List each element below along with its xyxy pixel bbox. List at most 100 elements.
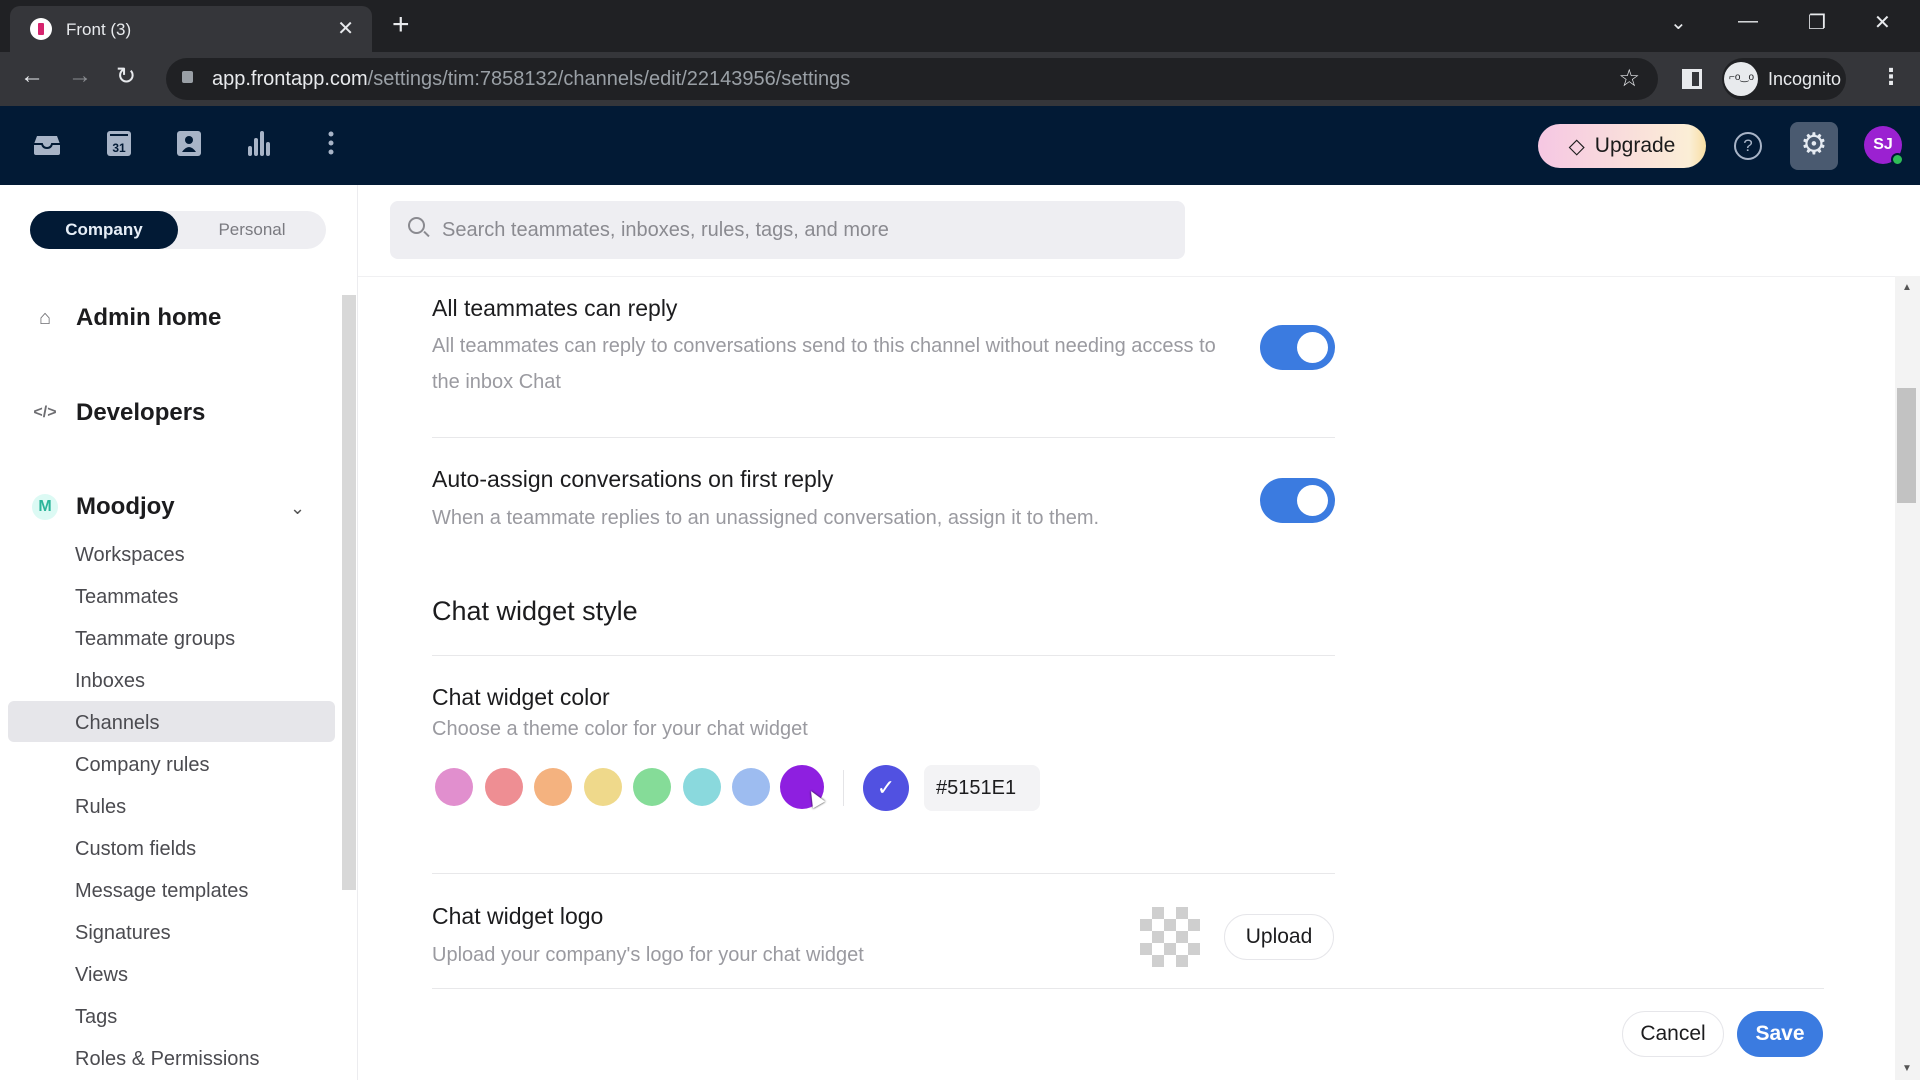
color-hex-input[interactable] [924, 765, 1040, 811]
diamond-icon: ◇ [1568, 134, 1585, 158]
sidebar-item-label: Admin home [76, 304, 222, 331]
minimize-icon[interactable]: — [1738, 10, 1758, 33]
online-status-dot [1891, 153, 1904, 166]
color-swatch[interactable] [435, 768, 473, 806]
divider [432, 437, 1335, 438]
incognito-icon [1724, 62, 1758, 96]
search-input[interactable] [442, 201, 1162, 259]
swatch-separator [843, 770, 844, 806]
app-header: 31 ◇ Upgrade ? ⚙ SJ [0, 106, 1920, 185]
tab-title: Front (3) [66, 20, 132, 39]
sidebar-item-views[interactable]: Views [75, 964, 128, 987]
bookmark-star-icon[interactable]: ☆ [1618, 64, 1640, 93]
chat-widget-logo-title: Chat widget logo [432, 903, 604, 929]
sidebar-item-teammate-groups[interactable]: Teammate groups [75, 628, 235, 651]
selected-color-swatch[interactable]: ✓ [863, 765, 909, 811]
logo-placeholder [1140, 907, 1200, 967]
analytics-icon[interactable] [244, 128, 274, 158]
main-scrollbar[interactable]: ▲ ▼ [1895, 276, 1920, 1080]
toggle-knob [1297, 332, 1328, 363]
sidebar-item-teammates[interactable]: Teammates [75, 586, 178, 609]
cancel-button[interactable]: Cancel [1622, 1011, 1724, 1057]
restore-icon[interactable]: ❐ [1808, 10, 1826, 35]
check-icon: ✓ [876, 775, 896, 800]
help-icon[interactable]: ? [1734, 132, 1762, 160]
chevron-down-icon[interactable]: ⌄ [290, 498, 305, 519]
avatar[interactable]: SJ [1864, 126, 1904, 166]
settings-gear-icon[interactable]: ⚙ [1790, 122, 1838, 170]
new-tab-icon[interactable]: + [392, 8, 410, 42]
home-icon: ⌂ [38, 306, 52, 329]
color-swatch[interactable] [484, 768, 523, 806]
color-swatch[interactable] [682, 768, 721, 806]
scrollbar-thumb[interactable] [1897, 388, 1916, 503]
sidebar-item-admin-home[interactable]: ⌂ Admin home [30, 304, 221, 332]
scroll-up-icon[interactable]: ▲ [1902, 282, 1912, 293]
all-teammates-reply-title: All teammates can reply [432, 295, 678, 321]
chat-widget-style-heading: Chat widget style [432, 596, 638, 626]
divider [432, 655, 1335, 656]
browser-tabstrip: Front (3) ✕ + ⌄ — ❐ ✕ [0, 0, 1920, 52]
header-divider [358, 276, 1906, 277]
sidebar-item-roles-permissions[interactable]: Roles & Permissions [75, 1048, 260, 1071]
sidebar-item-signatures[interactable]: Signatures [75, 922, 171, 945]
scroll-down-icon[interactable]: ▼ [1902, 1063, 1912, 1074]
incognito-profile[interactable]: Incognito [1722, 58, 1846, 100]
sidebar-item-channels[interactable]: Channels [75, 712, 160, 735]
reload-icon[interactable]: ↻ [116, 62, 136, 91]
chat-widget-color-title: Chat widget color [432, 684, 610, 710]
settings-search [390, 201, 1185, 259]
sidebar-item-company-rules[interactable]: Company rules [75, 754, 210, 777]
divider [432, 873, 1335, 874]
upgrade-label: Upgrade [1594, 134, 1676, 157]
close-tab-icon[interactable]: ✕ [337, 16, 354, 41]
avatar-initials: SJ [1873, 136, 1893, 153]
sidebar-item-workspaces[interactable]: Workspaces [75, 544, 185, 567]
sidebar-item-tags[interactable]: Tags [75, 1006, 117, 1029]
front-favicon-icon [30, 18, 52, 40]
all-teammates-reply-description: All teammates can reply to conversations… [432, 335, 1216, 393]
sidebar-item-inboxes[interactable]: Inboxes [75, 670, 145, 693]
auto-assign-title: Auto-assign conversations on first reply [432, 466, 834, 492]
sidebar-item-label: Developers [76, 399, 206, 426]
url-text: app.frontapp.com/settings/tim:7858132/ch… [212, 68, 851, 90]
sidebar-item-message-templates[interactable]: Message templates [75, 880, 248, 903]
lock-icon [182, 71, 193, 83]
sidebar-item-developers[interactable]: </> Developers [30, 399, 205, 427]
calendar-icon[interactable]: 31 [104, 128, 134, 158]
chat-widget-logo-description: Upload your company's logo for your chat… [432, 944, 864, 966]
browser-tab[interactable]: Front (3) ✕ [10, 6, 372, 52]
inbox-icon[interactable] [32, 128, 62, 158]
scope-toggle: Company Personal [30, 211, 326, 249]
upload-button[interactable]: Upload [1224, 914, 1334, 960]
tab-personal[interactable]: Personal [178, 211, 326, 249]
forward-icon[interactable]: → [68, 62, 92, 90]
sidebar-workspace-moodjoy[interactable]: M Moodjoy [30, 493, 175, 521]
incognito-label: Incognito [1768, 69, 1842, 89]
all-teammates-reply-toggle[interactable] [1260, 325, 1335, 370]
back-icon[interactable]: ← [20, 62, 44, 90]
svg-text:31: 31 [112, 141, 126, 155]
contacts-icon[interactable] [174, 128, 204, 158]
toggle-knob [1297, 485, 1328, 516]
side-panel-icon[interactable] [1682, 69, 1702, 89]
address-bar[interactable]: app.frontapp.com/settings/tim:7858132/ch… [166, 58, 1658, 100]
color-swatch[interactable] [633, 768, 671, 806]
tab-company[interactable]: Company [30, 211, 178, 249]
color-swatch[interactable] [583, 768, 622, 806]
code-icon: </> [33, 404, 57, 421]
color-swatch[interactable] [732, 768, 770, 806]
sidebar-scrollbar[interactable] [342, 295, 356, 890]
workspace-name: Moodjoy [76, 493, 175, 520]
browser-menu-icon[interactable]: ⋮ [1880, 64, 1902, 90]
close-window-icon[interactable]: ✕ [1874, 10, 1891, 35]
color-swatch[interactable] [534, 768, 572, 806]
sidebar-active-highlight [8, 701, 335, 742]
sidebar-item-rules[interactable]: Rules [75, 796, 126, 819]
more-icon[interactable] [316, 128, 346, 158]
sidebar-item-custom-fields[interactable]: Custom fields [75, 838, 196, 861]
save-button[interactable]: Save [1737, 1011, 1823, 1057]
tab-search-chevron-icon[interactable]: ⌄ [1670, 10, 1687, 35]
auto-assign-toggle[interactable] [1260, 478, 1335, 523]
upgrade-button[interactable]: ◇ Upgrade [1538, 124, 1706, 168]
